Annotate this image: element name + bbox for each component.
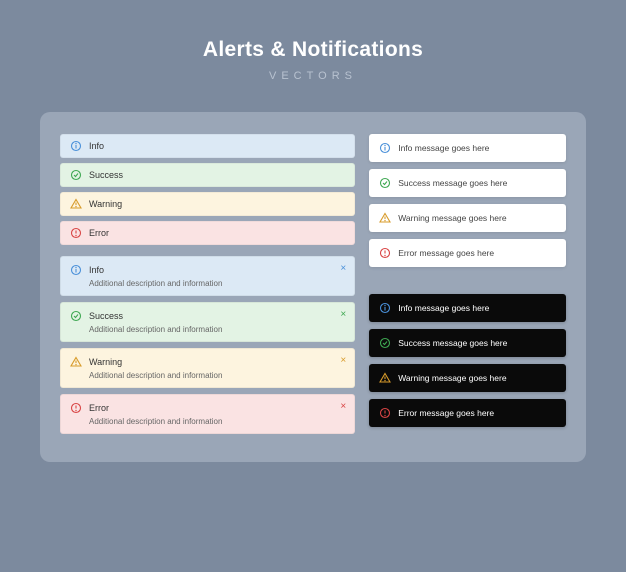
toast-dark-error: Error message goes here [369,399,566,427]
alert-description: Additional description and information [89,371,345,380]
warning-icon [379,212,391,224]
toast-light-success: Success message goes here [369,169,566,197]
alert-description: Additional description and information [89,325,345,334]
alert-label: Success [89,170,123,180]
toast-text: Success message goes here [398,338,507,348]
success-icon [379,337,391,349]
alert-label: Warning [89,199,122,209]
toast-text: Warning message goes here [398,373,506,383]
warning-icon [379,372,391,384]
toast-text: Info message goes here [398,303,489,313]
alert-small-success: Success [60,163,355,187]
page-title: Alerts & Notifications [0,38,626,62]
alert-label: Info [89,265,104,275]
alert-label: Error [89,403,109,413]
toast-light-warning: Warning message goes here [369,204,566,232]
toast-text: Success message goes here [398,178,507,188]
close-icon[interactable]: × [340,263,346,274]
alert-small-error: Error [60,221,355,245]
alert-large-info: Info Additional description and informat… [60,256,355,296]
toast-text: Error message goes here [398,248,494,258]
close-icon[interactable]: × [340,401,346,412]
toast-dark-info: Info message goes here [369,294,566,322]
toast-light-error: Error message goes here [369,239,566,267]
alert-description: Additional description and information [89,417,345,426]
alert-label: Warning [89,357,122,367]
info-icon [70,140,82,152]
success-icon [379,177,391,189]
alert-label: Error [89,228,109,238]
alert-label: Info [89,141,104,151]
alert-description: Additional description and information [89,279,345,288]
info-icon [379,302,391,314]
error-icon [70,402,82,414]
panel: Info Success Warning Error Info Addition… [40,112,586,462]
toast-light-info: Info message goes here [369,134,566,162]
toast-text: Error message goes here [398,408,494,418]
error-icon [379,407,391,419]
alert-large-success: Success Additional description and infor… [60,302,355,342]
success-icon [70,310,82,322]
alert-large-error: Error Additional description and informa… [60,394,355,434]
error-icon [70,227,82,239]
toast-dark-success: Success message goes here [369,329,566,357]
toast-text: Info message goes here [398,143,489,153]
warning-icon [70,356,82,368]
success-icon [70,169,82,181]
page-subtitle: VECTORS [0,70,626,82]
toast-text: Warning message goes here [398,213,506,223]
close-icon[interactable]: × [340,355,346,366]
header: Alerts & Notifications VECTORS [0,0,626,112]
alert-large-warning: Warning Additional description and infor… [60,348,355,388]
right-column: Info message goes here Success message g… [369,134,566,440]
alert-small-warning: Warning [60,192,355,216]
info-icon [379,142,391,154]
info-icon [70,264,82,276]
toast-dark-warning: Warning message goes here [369,364,566,392]
alert-small-info: Info [60,134,355,158]
warning-icon [70,198,82,210]
alert-label: Success [89,311,123,321]
left-column: Info Success Warning Error Info Addition… [60,134,355,440]
error-icon [379,247,391,259]
close-icon[interactable]: × [340,309,346,320]
